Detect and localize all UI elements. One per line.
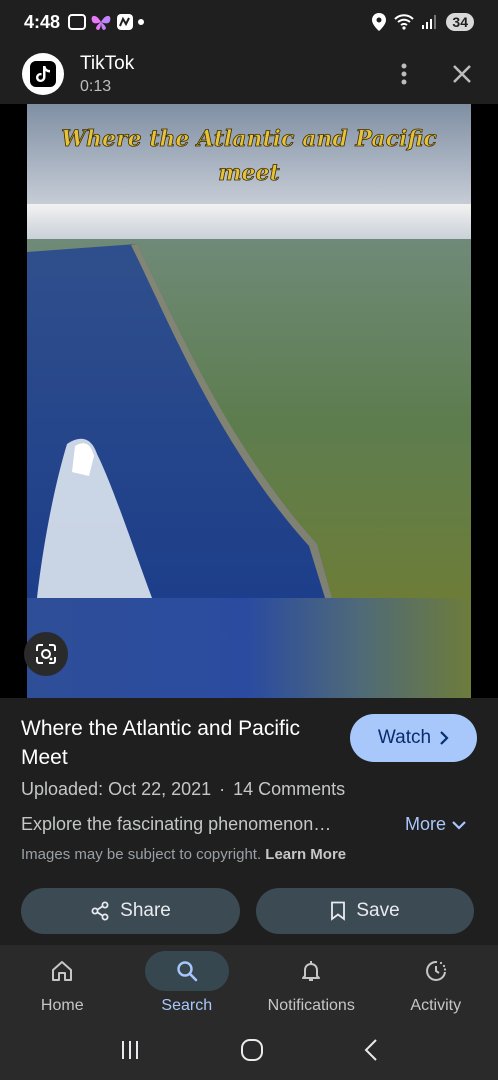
- battery-icon: 34: [446, 13, 474, 31]
- save-button[interactable]: Save: [256, 888, 474, 934]
- nav-item-notifications[interactable]: Notifications: [249, 945, 374, 1025]
- wifi-icon: [394, 14, 415, 30]
- save-label: Save: [356, 900, 400, 921]
- system-nav-bar: [0, 1025, 498, 1080]
- bell-icon: [302, 961, 321, 981]
- back-icon: [364, 1039, 377, 1061]
- close-icon[interactable]: [448, 60, 476, 88]
- copyright-text: Images may be subject to copyright.: [21, 846, 262, 863]
- meta-separator: ·: [219, 779, 226, 799]
- nav-label-home: Home: [40, 997, 84, 1014]
- nfc-app-icon: [117, 14, 134, 30]
- back-button[interactable]: [363, 1038, 379, 1067]
- location-icon: [372, 13, 387, 31]
- lens-search-button[interactable]: [24, 632, 68, 676]
- status-bar: 4:48 34: [0, 0, 498, 44]
- bottom-nav: Home Search Notifications Activity: [0, 945, 498, 1025]
- result-meta: Uploaded: Oct 22, 2021 · 14 Comments: [21, 779, 345, 800]
- nav-item-activity[interactable]: Activity: [374, 945, 498, 1025]
- bookmark-icon: [331, 901, 346, 921]
- activity-icon: [425, 960, 446, 981]
- watch-label: Watch: [377, 727, 432, 748]
- more-button[interactable]: More: [405, 814, 466, 835]
- share-label: Share: [120, 900, 171, 921]
- watch-button[interactable]: Watch: [350, 714, 477, 762]
- learn-more-link[interactable]: Learn More: [265, 846, 346, 863]
- overlay-caption-line1: Where the Atlantic and Pacific: [61, 126, 437, 152]
- viewer-header: TikTok 0:13: [0, 44, 498, 104]
- upload-date: Uploaded: Oct 22, 2021: [21, 779, 212, 799]
- recents-button[interactable]: [119, 1039, 141, 1066]
- media-viewer[interactable]: Where the Atlantic and Pacific meet: [0, 104, 498, 698]
- more-label: More: [405, 814, 447, 834]
- butterfly-icon: [91, 15, 111, 30]
- comment-count: 14 Comments: [233, 779, 346, 799]
- nav-label-activity: Activity: [410, 997, 462, 1014]
- home-circle-icon: [240, 1039, 263, 1061]
- signal-icon: [422, 15, 437, 29]
- screen: 4:48 34 TikTok 0:13 Where the Atlantic a…: [0, 0, 498, 1080]
- home-icon: [52, 961, 73, 981]
- result-title[interactable]: Where the Atlantic and Pacific Meet: [21, 714, 321, 772]
- home-system-button[interactable]: [240, 1038, 264, 1067]
- elapsed-time: 0:13: [80, 77, 112, 95]
- dot-icon: [138, 19, 145, 25]
- search-icon: [177, 961, 198, 982]
- nav-label-notifications: Notifications: [267, 997, 355, 1014]
- tiktok-logo: [22, 53, 64, 95]
- share-icon: [91, 901, 109, 921]
- more-vert-icon[interactable]: [390, 60, 418, 88]
- status-time: 4:48: [24, 11, 61, 32]
- source-app-name: TikTok: [80, 52, 135, 74]
- overlay-caption-line2: meet: [218, 160, 279, 186]
- nav-label-search: Search: [161, 997, 213, 1014]
- lens-icon: [36, 644, 56, 664]
- copyright-notice: Images may be subject to copyright. Lear…: [21, 846, 346, 863]
- recents-icon: [122, 1041, 139, 1059]
- screenshot-icon: [68, 14, 87, 30]
- nav-item-home[interactable]: Home: [0, 945, 125, 1025]
- video-thumbnail[interactable]: Where the Atlantic and Pacific meet: [27, 104, 471, 698]
- chevron-down-icon: [452, 820, 466, 830]
- nav-item-search[interactable]: Search: [125, 945, 250, 1025]
- result-description: Explore the fascinating phenomenon…: [21, 814, 332, 834]
- chevron-right-icon: [440, 731, 449, 745]
- share-button[interactable]: Share: [21, 888, 240, 934]
